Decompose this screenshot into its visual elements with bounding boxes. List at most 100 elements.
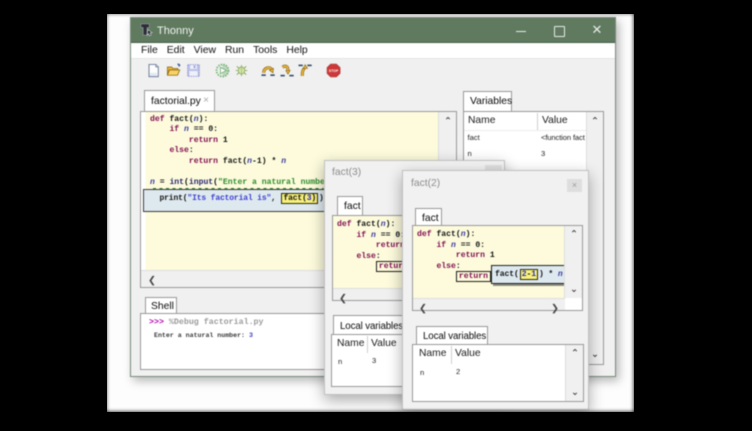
locals-header-value: Value — [455, 348, 481, 359]
tab-local-variables[interactable]: Local variables — [416, 326, 488, 345]
variable-name[interactable]: n — [468, 149, 472, 158]
scroll-up-icon[interactable]: ⌃ — [591, 116, 599, 127]
step-over-icon[interactable] — [261, 63, 276, 78]
popup-code[interactable]: def fact(n): if n == 0: return 1 else: r… — [413, 226, 565, 298]
code-line: def fact(n): — [141, 115, 438, 126]
variables-header-name: Name — [468, 115, 495, 126]
local-var-name[interactable]: n — [338, 357, 342, 366]
menu-file[interactable]: File — [141, 45, 158, 56]
code-token — [337, 231, 356, 240]
code-token — [417, 251, 456, 260]
local-var-name[interactable]: n — [420, 368, 424, 377]
code-token: : — [213, 125, 218, 134]
open-file-icon[interactable] — [166, 63, 181, 78]
code-token: return — [189, 157, 218, 166]
menu-edit[interactable]: Edit — [167, 45, 185, 56]
save-file-icon[interactable] — [186, 63, 201, 78]
variable-name[interactable]: fact — [468, 133, 480, 142]
code-token: fact — [223, 157, 242, 166]
tab-variables[interactable]: Variables — [463, 91, 512, 111]
tab-factorial-py[interactable]: factorial.py × — [144, 90, 215, 111]
tab-label: Shell — [151, 301, 174, 312]
menu-view[interactable]: View — [194, 45, 216, 56]
popup-code-vscrollbar[interactable]: ⌃ ⌄ — [564, 226, 582, 298]
column-separator[interactable] — [537, 113, 538, 130]
popup-title: fact(3) — [332, 167, 361, 178]
scroll-up-icon[interactable]: ⌃ — [571, 348, 579, 359]
scroll-up-icon[interactable]: ⌃ — [570, 229, 578, 240]
step-out-icon[interactable] — [298, 63, 313, 78]
window-title: Thonny — [157, 18, 194, 43]
code-token: int — [169, 178, 184, 187]
tab-local-variables[interactable]: Local variables — [333, 315, 404, 334]
menu-help[interactable]: Help — [286, 45, 307, 56]
tab-fact[interactable]: fact — [415, 208, 442, 226]
scroll-down-icon[interactable]: ⌄ — [570, 284, 578, 295]
tab-close-icon[interactable]: × — [203, 95, 209, 106]
code-line: return 1 — [417, 251, 565, 262]
letterbox-left — [0, 0, 106, 431]
popup-code-hscrollbar[interactable]: ❮ ❯ — [413, 298, 565, 310]
code-token — [150, 157, 189, 166]
code-token: if — [356, 231, 366, 240]
code-token: else — [169, 146, 188, 155]
code-token — [150, 146, 169, 155]
scroll-up-icon[interactable]: ⌃ — [444, 116, 452, 127]
step-into-icon[interactable] — [280, 63, 295, 78]
close-button[interactable]: ✕ — [578, 18, 616, 43]
new-file-icon[interactable] — [146, 63, 161, 78]
scroll-down-icon[interactable]: ⌄ — [591, 349, 599, 360]
code-token: "Its factorial is" — [187, 194, 271, 203]
code-token: if — [169, 125, 179, 134]
code-token: def — [150, 115, 165, 124]
scroll-left-icon[interactable]: ❮ — [419, 303, 427, 314]
shell-prompt: >>> — [149, 318, 164, 327]
window-fact2: fact(2) × fact def fact(n): if n == 0: r… — [402, 170, 589, 410]
code-token: 1 — [223, 136, 228, 145]
code-token: ( — [514, 270, 519, 279]
tab-fact[interactable]: fact — [337, 196, 363, 215]
popup-close-button[interactable]: × — [567, 179, 582, 192]
code-token: ): — [466, 230, 476, 239]
code-token: : — [480, 241, 485, 250]
local-var-value[interactable]: 3 — [372, 356, 376, 365]
tab-label: fact — [422, 213, 439, 224]
menu-run[interactable]: Run — [225, 45, 244, 56]
menu-tools[interactable]: Tools — [253, 45, 277, 56]
code-token: ) * — [539, 270, 558, 279]
column-separator[interactable] — [367, 336, 368, 353]
column-separator[interactable] — [451, 346, 452, 364]
code-token: fact — [495, 270, 514, 279]
scroll-down-icon[interactable]: ⌄ — [571, 387, 579, 398]
local-var-value[interactable]: 2 — [456, 367, 460, 376]
code-token: return — [189, 136, 218, 145]
code-token: , — [271, 194, 280, 203]
tab-shell[interactable]: Shell — [145, 297, 177, 314]
debug-icon[interactable] — [234, 63, 249, 78]
scroll-right-icon[interactable]: ❯ — [551, 303, 559, 314]
code-token: else — [356, 252, 375, 261]
highlighted-expression: fact(3) — [281, 193, 318, 204]
locals-scrollbar[interactable]: ⌃ ⌄ — [565, 345, 583, 401]
code-token: print — [160, 194, 183, 203]
scroll-left-icon[interactable]: ❮ — [148, 275, 156, 286]
tab-label: fact — [344, 201, 361, 212]
toolbar: STOP — [131, 60, 615, 91]
minimize-button[interactable] — [502, 18, 540, 43]
titlebar[interactable]: Thonny ✕ — [131, 18, 615, 43]
code-token — [417, 272, 456, 281]
variable-value[interactable]: 3 — [541, 149, 545, 158]
shell-io-line: Enter a natural number: 3 — [154, 332, 253, 339]
menubar: File Edit View Run Tools Help — [131, 43, 615, 59]
close-icon: × — [567, 180, 582, 190]
code-token — [337, 262, 376, 271]
code-token: fact — [436, 230, 455, 239]
active-statement-box: print("Its factorial is", fact(3)) — [143, 189, 331, 212]
maximize-button[interactable] — [540, 18, 578, 43]
code-token: = — [155, 178, 170, 187]
run-icon[interactable] — [215, 63, 230, 78]
shell-output: Enter a natural number: — [154, 332, 249, 339]
shell-command-line: >>> %Debug factorial.py — [149, 318, 264, 327]
stop-icon[interactable]: STOP — [326, 63, 341, 78]
scroll-left-icon[interactable]: ❮ — [339, 293, 347, 304]
